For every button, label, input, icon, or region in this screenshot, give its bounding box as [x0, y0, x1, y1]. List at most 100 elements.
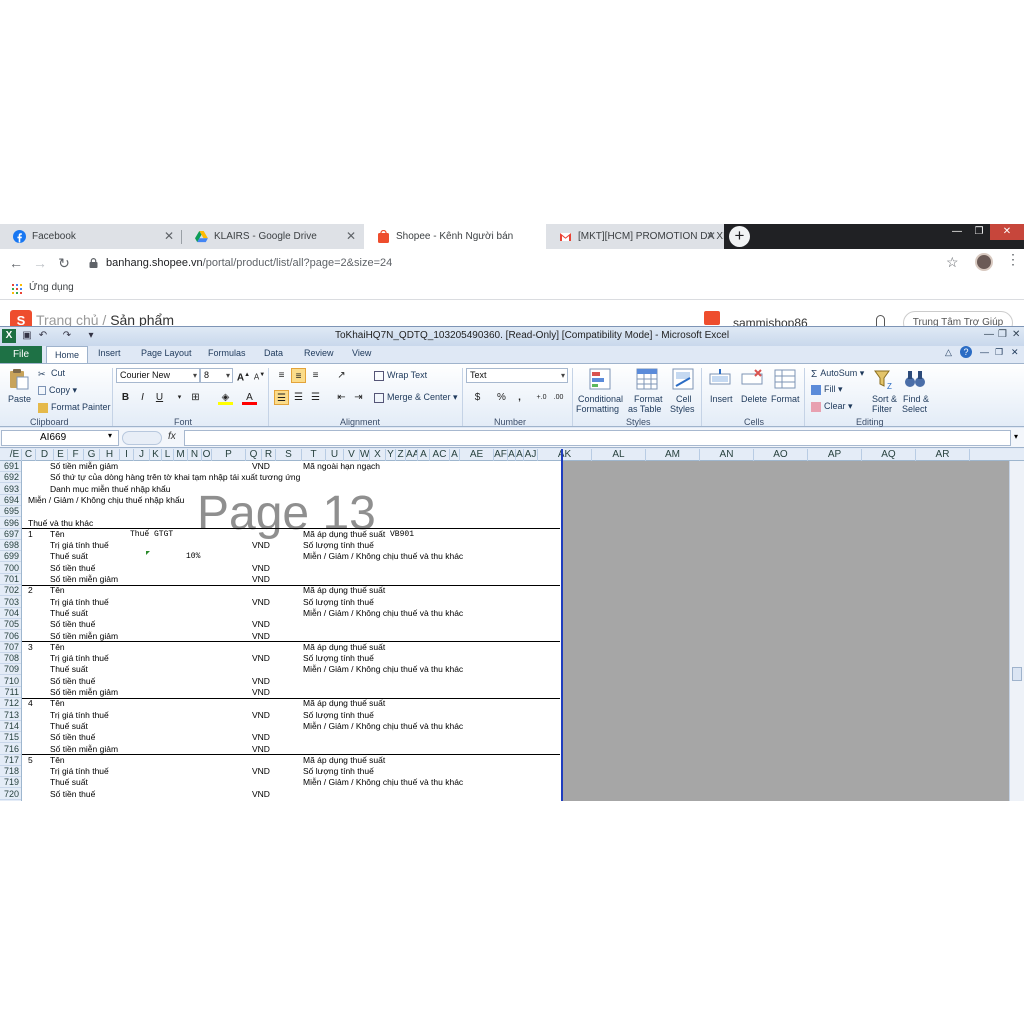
cell-vnd[interactable]: VND: [252, 687, 270, 698]
cell-c[interactable]: Mã áp dụng thuế suất: [303, 585, 385, 596]
cell-b[interactable]: Số tiền thuế: [50, 619, 95, 630]
row-header[interactable]: 696: [0, 518, 21, 529]
tab-facebook[interactable]: Facebook ✕: [0, 224, 182, 249]
decrease-indent-icon[interactable]: ⇤: [334, 390, 349, 405]
tab-insert[interactable]: Insert: [98, 348, 121, 358]
cell-c[interactable]: Miễn / Giảm / Không chịu thuế và thu khá…: [303, 608, 463, 619]
column-header[interactable]: /E: [8, 449, 22, 461]
minimize-icon[interactable]: —: [980, 347, 989, 357]
column-header[interactable]: H: [100, 449, 120, 461]
orientation-icon[interactable]: ↗: [334, 368, 349, 383]
close-window-icon[interactable]: ✕: [990, 224, 1024, 240]
cell-vnd[interactable]: VND: [252, 540, 270, 551]
cell-b[interactable]: Số tiền thuế: [50, 676, 95, 687]
row-header[interactable]: 702: [0, 585, 21, 597]
column-header[interactable]: K: [150, 449, 162, 461]
wrap-text-button[interactable]: Wrap Text: [374, 370, 427, 381]
column-header[interactable]: A: [418, 449, 430, 461]
font-color-icon[interactable]: A: [242, 390, 257, 405]
sort-filter-icon[interactable]: Z: [873, 368, 895, 390]
address-bar[interactable]: banhang.shopee.vn/portal/product/list/al…: [80, 252, 965, 275]
paste-button[interactable]: Paste: [8, 394, 31, 404]
close-icon[interactable]: ✕: [346, 224, 356, 249]
cell-b[interactable]: Tên: [50, 755, 65, 766]
column-header[interactable]: U: [326, 449, 344, 461]
underline-dropdown-icon[interactable]: ▾: [172, 390, 187, 405]
row-header[interactable]: 698: [0, 540, 21, 552]
save-icon[interactable]: ▣: [20, 329, 34, 343]
cell-c[interactable]: Số lượng tính thuế: [303, 766, 374, 777]
cell-c[interactable]: Mã áp dụng thuế suất: [303, 698, 385, 709]
column-header[interactable]: E: [54, 449, 68, 461]
decrease-decimal-icon[interactable]: .00: [551, 390, 566, 405]
name-box-dropdown-icon[interactable]: ▾: [108, 431, 112, 440]
excel-app-icon[interactable]: X: [2, 329, 16, 343]
tab-gmail[interactable]: [MKT][HCM] PROMOTION DA XI ✕: [546, 224, 724, 249]
clear-button[interactable]: Clear ▾: [811, 401, 853, 412]
column-header[interactable]: A: [450, 449, 460, 461]
cell-a[interactable]: 5: [28, 755, 33, 766]
cell-b[interactable]: Số tiền miễn giảm: [50, 461, 118, 472]
column-header[interactable]: V: [344, 449, 360, 461]
cell-vnd[interactable]: VND: [252, 789, 270, 800]
row-header[interactable]: 710: [0, 676, 21, 687]
column-header[interactable]: W: [360, 449, 370, 461]
cell-b[interactable]: Tên: [50, 585, 65, 596]
row-header[interactable]: 695: [0, 506, 21, 518]
close-icon[interactable]: ✕: [164, 224, 174, 249]
tax-name-cell[interactable]: Thuế GTGT: [130, 529, 173, 540]
tab-page-layout[interactable]: Page Layout: [141, 348, 192, 358]
autosum-button[interactable]: Σ AutoSum ▾: [811, 368, 864, 380]
cell-vnd[interactable]: VND: [252, 710, 270, 721]
row-header[interactable]: 713: [0, 710, 21, 721]
cell-vnd[interactable]: VND: [252, 597, 270, 608]
menu-kebab-icon[interactable]: ⋮: [1006, 252, 1020, 266]
cell-c[interactable]: Miễn / Giảm / Không chịu thuế và thu khá…: [303, 551, 463, 562]
cell-c[interactable]: Miễn / Giảm / Không chịu thuế và thu khá…: [303, 721, 463, 732]
tab-review[interactable]: Review: [304, 348, 334, 358]
column-header[interactable]: AJ: [524, 449, 538, 461]
row-header[interactable]: 705: [0, 619, 21, 631]
cell-a[interactable]: Thuế và thu khác: [28, 518, 93, 529]
row-header[interactable]: 718: [0, 766, 21, 778]
back-arrow-icon[interactable]: ←: [8, 255, 24, 271]
cell-b[interactable]: Thuế suất: [50, 551, 88, 562]
row-header[interactable]: 701: [0, 574, 21, 585]
increase-decimal-icon[interactable]: +.0: [534, 390, 549, 405]
cell-b[interactable]: Số thứ tự của dòng hàng trên tờ khai tạm…: [50, 472, 300, 483]
sort-filter-label-1[interactable]: Sort &: [872, 394, 897, 404]
row-header[interactable]: 699: [0, 551, 21, 563]
column-header[interactable]: N: [188, 449, 202, 461]
column-header[interactable]: P: [212, 449, 246, 461]
insert-function-button[interactable]: fx: [168, 431, 176, 442]
row-header[interactable]: 700: [0, 563, 21, 574]
cell-styles-icon[interactable]: [672, 368, 694, 390]
format-as-table-label-2[interactable]: as Table: [628, 404, 661, 414]
undo-icon[interactable]: ↶: [36, 329, 50, 343]
cell-b[interactable]: Thuế suất: [50, 608, 88, 619]
worksheet-grid[interactable]: Page 13 Số tiền miễn giảm VND Mã ngoài hạn…: [22, 461, 562, 801]
font-name-select[interactable]: Courier New: [116, 368, 200, 383]
align-bottom-icon[interactable]: ≡: [308, 368, 323, 383]
row-header[interactable]: 697: [0, 529, 21, 540]
cell-vnd[interactable]: VND: [252, 653, 270, 664]
tab-formulas[interactable]: Formulas: [208, 348, 246, 358]
number-format-select[interactable]: Text: [466, 368, 568, 383]
column-header[interactable]: R: [262, 449, 276, 461]
redo-icon[interactable]: ↷: [60, 329, 74, 343]
outside-print-area[interactable]: [563, 461, 1009, 801]
column-header[interactable]: AL: [592, 449, 646, 461]
column-header[interactable]: AK: [538, 449, 592, 461]
cell-c[interactable]: Mã áp dụng thuế suất: [303, 642, 385, 653]
format-painter-button[interactable]: Format Painter: [38, 402, 111, 413]
cell-c[interactable]: Miễn / Giảm / Không chịu thuế và thu khá…: [303, 664, 463, 675]
format-cells-icon[interactable]: [774, 368, 796, 390]
formula-resize-handle[interactable]: [122, 431, 162, 445]
conditional-formatting-icon[interactable]: [589, 368, 611, 390]
cell-a[interactable]: 1: [28, 529, 33, 540]
cell-b[interactable]: Danh mục miễn thuế nhập khẩu: [50, 484, 171, 495]
increase-indent-icon[interactable]: ⇥: [351, 390, 366, 405]
cell-vnd[interactable]: VND: [252, 766, 270, 777]
currency-button[interactable]: $: [470, 390, 485, 405]
restore-icon[interactable]: ❐: [968, 224, 990, 240]
